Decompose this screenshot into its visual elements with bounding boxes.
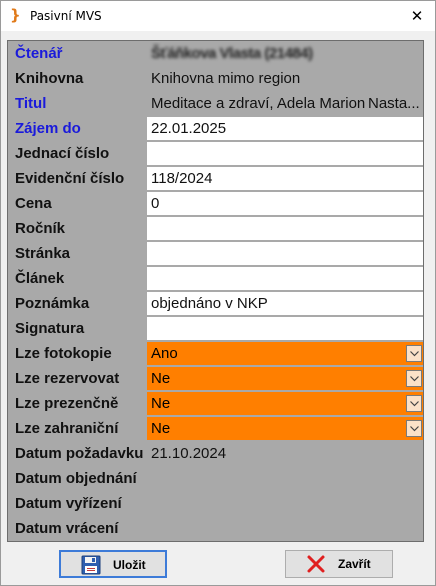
field-label: Signatura <box>15 320 85 337</box>
window-title: Pasivní MVS <box>30 9 102 23</box>
field-label: Čtenář <box>15 45 63 62</box>
field-value-text: 21.10.2024 <box>151 445 227 462</box>
field-value: Šťáňkova Vlasta (21484) <box>147 41 423 65</box>
field-value[interactable] <box>147 241 423 265</box>
field-label: Datum vrácení <box>15 520 119 537</box>
close-label: Zavřít <box>338 557 371 571</box>
field-label: Knihovna <box>15 70 84 87</box>
red-x-icon <box>306 554 326 577</box>
field-value[interactable] <box>147 141 423 165</box>
field-label: Poznámka <box>15 295 90 312</box>
form-row: Datum objednání <box>8 466 423 491</box>
field-value-text: Meditace a zdraví, Adela Marion <box>151 95 366 112</box>
form-row: Datum požadavku 21.10.2024 <box>8 441 423 466</box>
field-label: Evidenční číslo <box>15 170 125 187</box>
field-label: Datum objednání <box>15 470 137 487</box>
window-close-button[interactable]: ✕ <box>407 6 427 26</box>
form-row: Stránka <box>8 241 423 266</box>
form-row: Lze fotokopie Ano <box>8 341 423 366</box>
close-button[interactable]: Zavřít <box>285 550 393 578</box>
field-value-text: 22.01.2025 <box>151 120 227 137</box>
form-row: Ročník <box>8 216 423 241</box>
form-row: Jednací číslo <box>8 141 423 166</box>
mvs-dialog: } Pasivní MVS ✕ Čtenář Šťáňkova Vlasta (2… <box>0 0 436 586</box>
field-value[interactable] <box>147 216 423 240</box>
form-row: Čtenář Šťáňkova Vlasta (21484) <box>8 41 423 66</box>
field-label: Datum vyřízení <box>15 495 122 512</box>
chevron-down-icon[interactable] <box>406 345 422 362</box>
field-label: Ročník <box>15 220 66 237</box>
field-dropdown[interactable]: Ne <box>147 391 423 415</box>
form-row: Datum vyřízení <box>8 491 423 516</box>
form-row: Signatura <box>8 316 423 341</box>
save-label: Uložit <box>113 558 146 572</box>
form-row: Lze zahraniční Ne <box>8 416 423 441</box>
field-value: Meditace a zdraví, Adela Marion Nasta... <box>147 91 423 115</box>
field-label: Jednací číslo <box>15 145 110 162</box>
field-value-text: Ne <box>151 395 171 412</box>
field-value-text: Ne <box>151 420 171 437</box>
field-label: Lze prezenčně <box>15 395 119 412</box>
field-label: Titul <box>15 95 47 112</box>
field-label: Stránka <box>15 245 71 262</box>
form-row: Evidenční číslo 118/2024 <box>8 166 423 191</box>
form-row: Datum vrácení <box>8 516 423 541</box>
field-value[interactable] <box>147 316 423 340</box>
field-label: Datum požadavku <box>15 445 144 462</box>
form-row: Lze prezenčně Ne <box>8 391 423 416</box>
field-value-text: objednáno v NKP <box>151 295 268 312</box>
field-value[interactable]: 22.01.2025 <box>147 116 423 140</box>
field-value <box>147 516 423 540</box>
field-value-text: 118/2024 <box>151 170 213 187</box>
field-value[interactable]: 0 <box>147 191 423 215</box>
form-row: Lze rezervovat Ne <box>8 366 423 391</box>
field-label: Lze zahraniční <box>15 420 119 437</box>
field-value[interactable]: objednáno v NKP <box>147 291 423 315</box>
field-label: Lze fotokopie <box>15 345 112 362</box>
form-row: Poznámka objednáno v NKP <box>8 291 423 316</box>
field-value-text: Šťáňkova Vlasta (21484) <box>151 45 313 62</box>
field-value: Knihovna mimo region <box>147 66 423 90</box>
field-label: Zájem do <box>15 120 81 137</box>
floppy-disk-icon <box>81 555 101 578</box>
title-bar: } Pasivní MVS ✕ <box>1 1 435 31</box>
field-value-text: 0 <box>151 195 160 212</box>
field-value-text: Ano <box>151 345 178 362</box>
app-logo-icon: } <box>10 6 21 24</box>
field-value: 21.10.2024 <box>147 441 423 465</box>
field-dropdown[interactable]: Ne <box>147 416 423 440</box>
field-label: Cena <box>15 195 52 212</box>
field-value <box>147 466 423 490</box>
field-value <box>147 491 423 515</box>
field-dropdown[interactable]: Ne <box>147 366 423 390</box>
field-label: Lze rezervovat <box>15 370 120 387</box>
form-row: Knihovna Knihovna mimo region <box>8 66 423 91</box>
form-row: Zájem do 22.01.2025 <box>8 116 423 141</box>
chevron-down-icon[interactable] <box>406 370 422 387</box>
field-value-extra: Nasta... <box>366 92 423 115</box>
chevron-down-icon[interactable] <box>406 420 422 437</box>
field-value-text: Knihovna mimo region <box>151 70 301 87</box>
save-button[interactable]: Uložit <box>59 550 167 578</box>
form-grid: Čtenář Šťáňkova Vlasta (21484) Knihovna Kni… <box>7 40 424 542</box>
field-value[interactable]: 118/2024 <box>147 166 423 190</box>
field-value-text: Ne <box>151 370 171 387</box>
field-dropdown[interactable]: Ano <box>147 341 423 365</box>
form-row: Titul Meditace a zdraví, Adela Marion Nast… <box>8 91 423 116</box>
form-row: Cena 0 <box>8 191 423 216</box>
field-value[interactable] <box>147 266 423 290</box>
chevron-down-icon[interactable] <box>406 395 422 412</box>
field-label: Článek <box>15 270 65 287</box>
form-row: Článek <box>8 266 423 291</box>
